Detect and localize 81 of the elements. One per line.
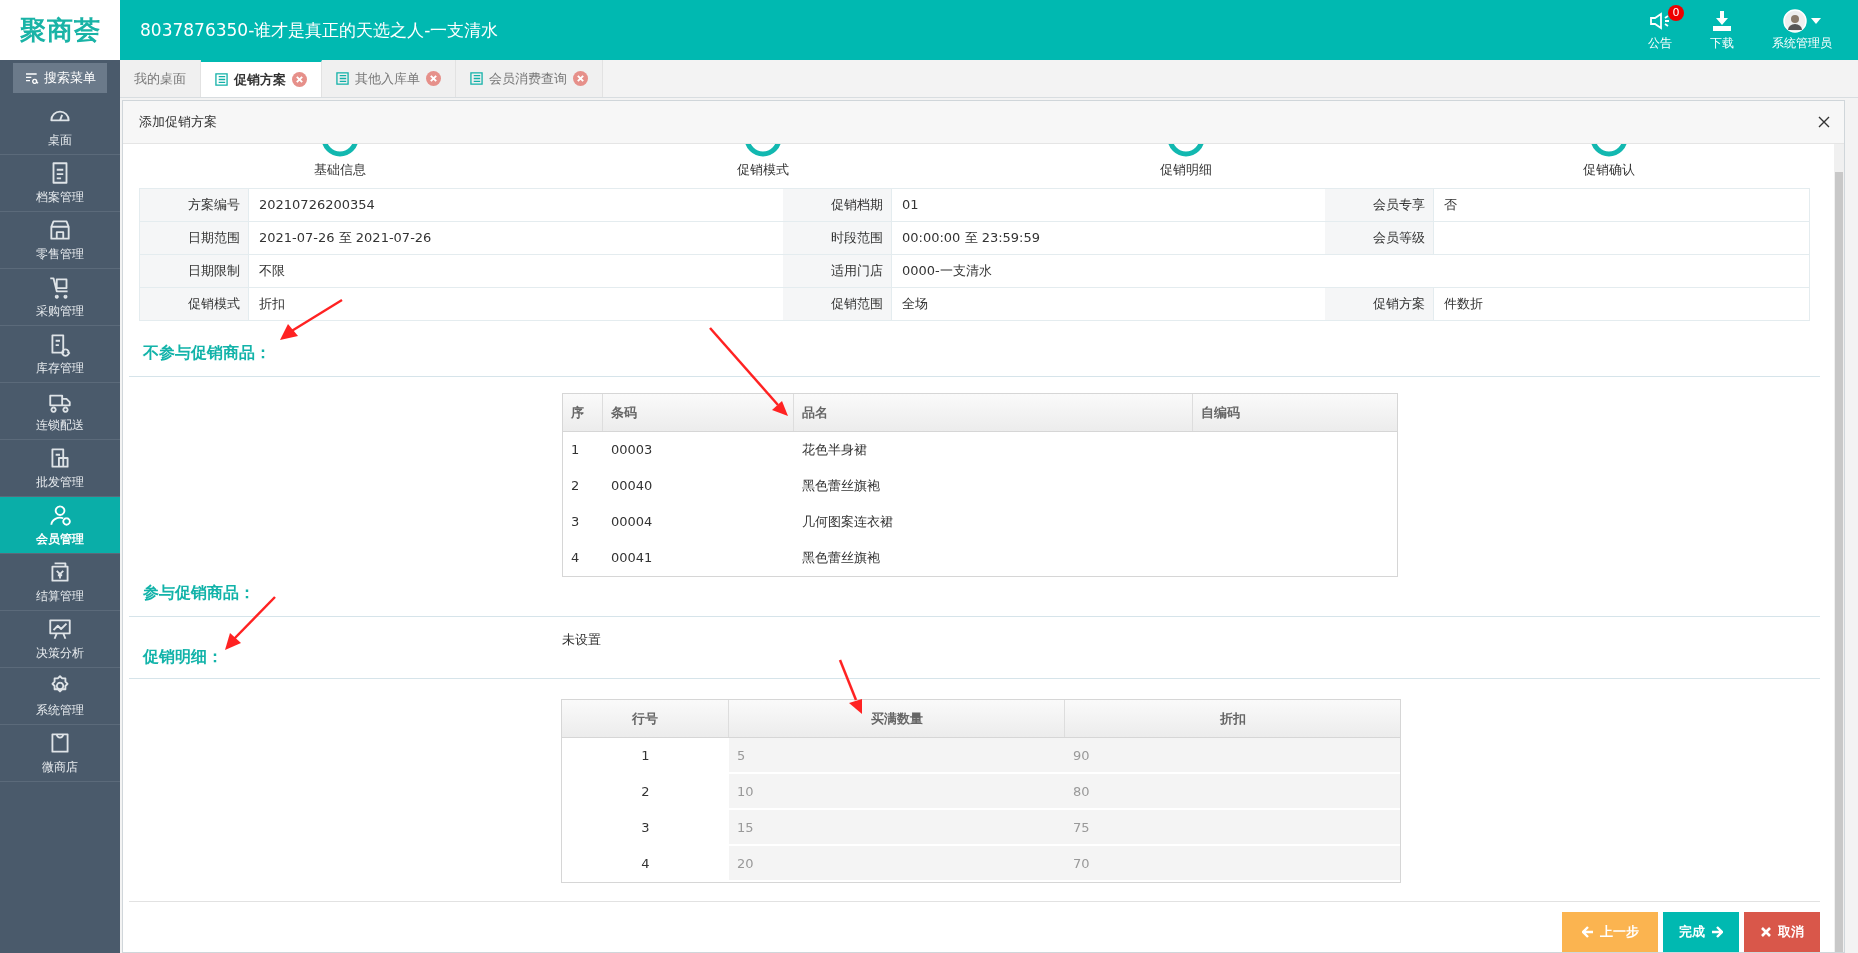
field-label: 会员专享: [1325, 189, 1434, 221]
field-label: 促销模式: [140, 288, 249, 320]
arrow-right-icon: [1711, 926, 1723, 938]
column-header: 折扣: [1218, 710, 1247, 728]
table-cell-text: 00003: [610, 441, 654, 459]
logo: 聚商荟: [19, 13, 101, 47]
field-label: 日期限制: [140, 255, 249, 287]
table-cell-text: 00041: [610, 549, 654, 567]
caret-icon: [1811, 17, 1821, 24]
header-action[interactable]: 0 公告: [1636, 4, 1684, 56]
field-label: 促销方案: [1325, 288, 1434, 320]
arrow-left-icon: [1581, 926, 1594, 938]
table-cell: 10: [729, 774, 1065, 810]
menu-icon: [47, 217, 73, 243]
search-icon: [24, 70, 40, 86]
field-value: 01: [902, 197, 919, 212]
document-icon: [470, 72, 483, 85]
menu-icon: [47, 616, 73, 642]
step-label: 促销明细: [1159, 161, 1212, 179]
table-cell: 5: [729, 738, 1065, 774]
column-header: 序: [563, 394, 603, 431]
table-cell-text: 2: [570, 477, 581, 495]
table-cell-text: 2: [640, 783, 651, 801]
download-icon: [1710, 8, 1734, 33]
field-value: 折扣: [259, 296, 285, 311]
table-cell-text: 00004: [610, 513, 654, 531]
tab[interactable]: 促销方案: [201, 60, 322, 97]
field-value: 全场: [902, 296, 928, 311]
annotation-arrow: [838, 659, 862, 714]
dialog-title: 添加促销方案: [139, 113, 217, 131]
table-cell: 80: [1065, 774, 1400, 810]
table-cell-text: 3: [640, 819, 651, 837]
action-button[interactable]: 取消: [1744, 912, 1820, 952]
section-heading: 参与促销商品：: [143, 583, 255, 604]
document-icon: [336, 72, 349, 85]
close-icon: [1760, 926, 1772, 938]
table-cell-text: 3: [570, 513, 581, 531]
field-label: 日期范围: [140, 222, 249, 254]
field-value: 不限: [259, 263, 285, 278]
table-cell: 20: [729, 846, 1065, 882]
table-cell: 15: [729, 810, 1065, 846]
field-label: 适用门店: [783, 255, 892, 287]
notification-badge: 0: [1668, 4, 1684, 21]
table-cell-text: 黑色蕾丝旗袍: [801, 549, 881, 567]
column-header: 行号: [562, 700, 729, 737]
search-menu-button[interactable]: 搜索菜单: [13, 63, 107, 93]
field-value: 20210726200354: [259, 197, 375, 212]
table-cell-text: 1: [640, 747, 651, 765]
field-value: 00:00:00 至 23:59:59: [902, 230, 1041, 245]
close-icon[interactable]: [1818, 116, 1830, 128]
field-value: 否: [1444, 197, 1457, 212]
field-label: 促销档期: [783, 189, 892, 221]
table-cell-text: 1: [570, 441, 581, 459]
field-label: 方案编号: [140, 189, 249, 221]
table-cell-text: 几何图案连衣裙: [801, 513, 894, 531]
table-cell: 90: [1065, 738, 1400, 774]
section-heading: 不参与促销商品：: [143, 343, 271, 364]
table-cell-text: 4: [640, 855, 651, 873]
avatar-icon: [1783, 8, 1807, 33]
column-header: 品名: [794, 394, 1193, 431]
table-cell-text: 花色半身裙: [801, 441, 868, 459]
app-title: 8037876350-谁才是真正的天选之人-一支清水: [140, 18, 499, 42]
table-cell-text: 黑色蕾丝旗袍: [801, 477, 881, 495]
table-cell: 75: [1065, 810, 1400, 846]
step-label: 促销模式: [737, 161, 790, 179]
table-cell-text: 00040: [610, 477, 654, 495]
column-header: 自编码: [1200, 404, 1241, 422]
field-value: 件数折: [1444, 296, 1483, 311]
field-value: 2021-07-26 至 2021-07-26: [259, 230, 432, 245]
field-label: 时段范围: [783, 222, 892, 254]
step-label: 基础信息: [314, 161, 367, 179]
step-label: 促销确认: [1582, 161, 1635, 179]
field-value: 0000-一支清水: [902, 263, 992, 278]
table-cell: 70: [1065, 846, 1400, 882]
scrollbar[interactable]: [1835, 172, 1843, 952]
document-icon: [215, 73, 228, 86]
section-heading: 促销明细：: [143, 647, 223, 668]
empty-message: 未设置: [562, 632, 601, 647]
field-label: 促销范围: [783, 288, 892, 320]
field-label: 会员等级: [1325, 222, 1434, 254]
table-cell-text: 4: [570, 549, 581, 567]
